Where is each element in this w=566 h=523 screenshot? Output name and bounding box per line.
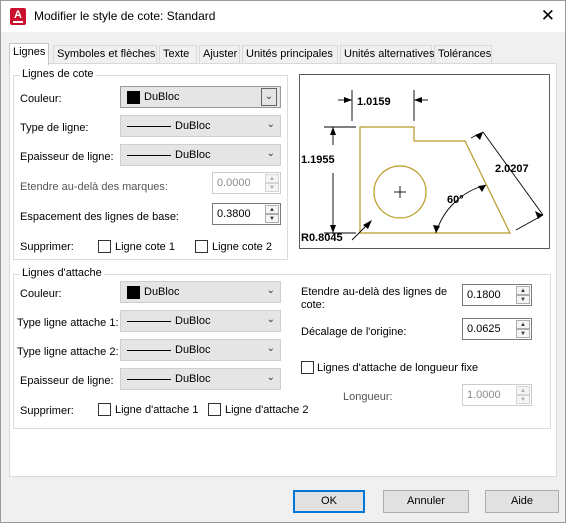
linetype-sample: [127, 321, 171, 322]
ext-extend-spinner[interactable]: 0.1800 ▲ ▼: [462, 284, 532, 306]
ext-line1-checkbox[interactable]: [98, 403, 111, 416]
ok-button[interactable]: OK: [293, 490, 365, 513]
ext-suppress-label: Supprimer:: [20, 405, 74, 417]
spin-down-icon[interactable]: ▼: [516, 329, 530, 338]
tab-unites-principales[interactable]: Unités principales: [242, 45, 338, 64]
dim-color-select[interactable]: DuBloc ⌄: [120, 86, 281, 108]
chevron-down-icon: ⌄: [266, 343, 275, 354]
preview-dim-right: 2.0207: [495, 163, 529, 175]
ext-extend-label: Etendre au-delà des lignes de cote:: [301, 286, 448, 311]
dim-extend-value: 0.0000: [217, 177, 251, 189]
dim-linetype-select[interactable]: DuBloc ⌄: [120, 115, 281, 137]
ext-linetype2-value: DuBloc: [175, 344, 211, 356]
dim-line2-label[interactable]: Ligne cote 2: [212, 241, 272, 253]
spin-down-icon[interactable]: ▼: [516, 295, 530, 304]
fixed-length-label[interactable]: Lignes d'attache de longueur fixe: [317, 362, 478, 374]
ext-color-value: DuBloc: [144, 286, 180, 298]
dim-spacing-value: 0.3800: [217, 208, 251, 220]
dim-linetype-label: Type de ligne:: [20, 122, 89, 134]
dim-spacing-label: Espacement des lignes de base:: [20, 211, 179, 223]
tab-tolerances[interactable]: Tolérances: [434, 45, 492, 64]
ext-offset-value: 0.0625: [467, 323, 501, 335]
tab-symboles-fleches[interactable]: Symboles et flèches: [53, 45, 157, 64]
preview-dim-radius: R0.8045: [301, 232, 343, 244]
help-button[interactable]: Aide: [485, 490, 559, 513]
cancel-button[interactable]: Annuler: [383, 490, 469, 513]
preview-part-outline: [359, 126, 511, 234]
length-value: 1.0000: [467, 389, 501, 401]
ext-lineweight-value: DuBloc: [175, 373, 211, 385]
dim-line2-checkbox[interactable]: [195, 240, 208, 253]
chevron-down-icon: ⌄: [266, 119, 275, 130]
window-title: Modifier le style de cote: Standard: [34, 9, 216, 23]
ext-lineweight-select[interactable]: DuBloc ⌄: [120, 368, 281, 390]
ext-linetype1-value: DuBloc: [175, 315, 211, 327]
dim-suppress-label: Supprimer:: [20, 241, 74, 253]
ext-extend-value: 0.1800: [467, 289, 501, 301]
preview-dim-left: 1.1955: [301, 154, 335, 166]
dim-line1-checkbox[interactable]: [98, 240, 111, 253]
chevron-down-icon: ⌄: [266, 372, 275, 383]
color-swatch: [127, 91, 140, 104]
preview-dim-top: 1.0159: [357, 96, 391, 108]
tab-unites-alternatives[interactable]: Unités alternatives: [340, 45, 435, 64]
dimension-preview: 1.0159 1.1955 2.0207 60° R0.8045: [299, 74, 550, 249]
ext-lineweight-label: Epaisseur de ligne:: [20, 375, 114, 387]
ext-linetype1-label: Type ligne attache 1:: [17, 317, 119, 329]
tab-texte[interactable]: Texte: [159, 45, 197, 64]
chevron-down-icon: ⌄: [266, 314, 275, 325]
chevron-down-icon: ⌄: [266, 148, 275, 159]
preview-drawing: 1.0159 1.1955 2.0207 60° R0.8045: [301, 90, 544, 244]
length-spinner[interactable]: 1.0000 ▲ ▼: [462, 384, 532, 406]
ext-linetype2-select[interactable]: DuBloc ⌄: [120, 339, 281, 361]
ext-color-label: Couleur:: [20, 288, 62, 300]
spin-up-icon[interactable]: ▲: [265, 205, 279, 214]
dim-line1-label[interactable]: Ligne cote 1: [115, 241, 175, 253]
ext-linetype1-select[interactable]: DuBloc ⌄: [120, 310, 281, 332]
autocad-app-icon: A: [10, 8, 26, 25]
length-label: Longueur:: [343, 391, 393, 403]
dim-lineweight-value: DuBloc: [175, 149, 211, 161]
chevron-down-icon: ⌄: [266, 285, 275, 296]
spin-up-icon[interactable]: ▲: [516, 286, 530, 295]
dim-color-label: Couleur:: [20, 93, 62, 105]
spin-down-icon[interactable]: ▼: [265, 214, 279, 223]
tab-panel-lignes: Lignes de cote Couleur: DuBloc ⌄ Type de…: [9, 63, 557, 477]
ext-line2-label[interactable]: Ligne d'attache 2: [225, 404, 308, 416]
spin-down-icon[interactable]: ▼: [265, 183, 279, 192]
linetype-sample: [127, 350, 171, 351]
ext-line1-label[interactable]: Ligne d'attache 1: [115, 404, 198, 416]
chevron-down-icon: ⌄: [261, 88, 277, 106]
dim-lines-group-title: Lignes de cote: [20, 68, 96, 80]
color-swatch: [127, 286, 140, 299]
ext-offset-spinner[interactable]: 0.0625 ▲ ▼: [462, 318, 532, 340]
close-icon[interactable]: ✕: [541, 6, 555, 26]
ext-offset-label: Décalage de l'origine:: [301, 326, 407, 338]
ext-lines-group-title: Lignes d'attache: [20, 267, 104, 279]
dialog-window: A Modifier le style de cote: Standard ✕ …: [0, 0, 566, 523]
tab-lignes[interactable]: Lignes: [9, 43, 49, 65]
spin-up-icon[interactable]: ▲: [516, 320, 530, 329]
lineweight-sample: [127, 379, 171, 380]
title-bar: A Modifier le style de cote: Standard ✕: [1, 1, 565, 32]
spin-up-icon[interactable]: ▲: [265, 174, 279, 183]
ext-line2-checkbox[interactable]: [208, 403, 221, 416]
fixed-length-checkbox[interactable]: [301, 361, 314, 374]
dim-extend-label: Etendre au-delà des marques:: [20, 181, 168, 193]
preview-dim-angle: 60°: [447, 194, 464, 206]
tab-ajuster[interactable]: Ajuster: [199, 45, 240, 64]
ext-color-select[interactable]: DuBloc ⌄: [120, 281, 281, 303]
dim-extend-spinner[interactable]: 0.0000 ▲ ▼: [212, 172, 281, 194]
spin-up-icon[interactable]: ▲: [516, 386, 530, 395]
dim-lineweight-label: Epaisseur de ligne:: [20, 151, 114, 163]
ext-linetype2-label: Type ligne attache 2:: [17, 346, 119, 358]
dim-spacing-spinner[interactable]: 0.3800 ▲ ▼: [212, 203, 281, 225]
linetype-sample: [127, 126, 171, 127]
spin-down-icon[interactable]: ▼: [516, 395, 530, 404]
lineweight-sample: [127, 155, 171, 156]
dim-color-value: DuBloc: [144, 91, 180, 103]
dim-linetype-value: DuBloc: [175, 120, 211, 132]
dim-lineweight-select[interactable]: DuBloc ⌄: [120, 144, 281, 166]
